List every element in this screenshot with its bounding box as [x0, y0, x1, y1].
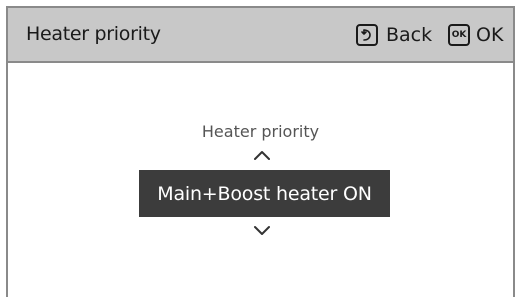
- ok-label: OK: [476, 24, 504, 46]
- back-label: Back: [386, 24, 433, 46]
- header-bar: Heater priority Back OK OK: [8, 8, 513, 63]
- chevron-up-icon[interactable]: [252, 148, 272, 162]
- screen: Heater priority Back OK OK Heater priori…: [6, 6, 515, 297]
- selector-label: Heater priority: [201, 122, 320, 141]
- back-button[interactable]: Back: [356, 22, 432, 48]
- chevron-down-icon[interactable]: [252, 224, 272, 238]
- back-arrow-icon: [356, 24, 378, 46]
- ok-button[interactable]: OK OK: [448, 22, 503, 48]
- selected-value[interactable]: Main+Boost heater ON: [139, 170, 390, 217]
- page-title: Heater priority: [26, 23, 161, 45]
- ok-icon: OK: [448, 24, 470, 46]
